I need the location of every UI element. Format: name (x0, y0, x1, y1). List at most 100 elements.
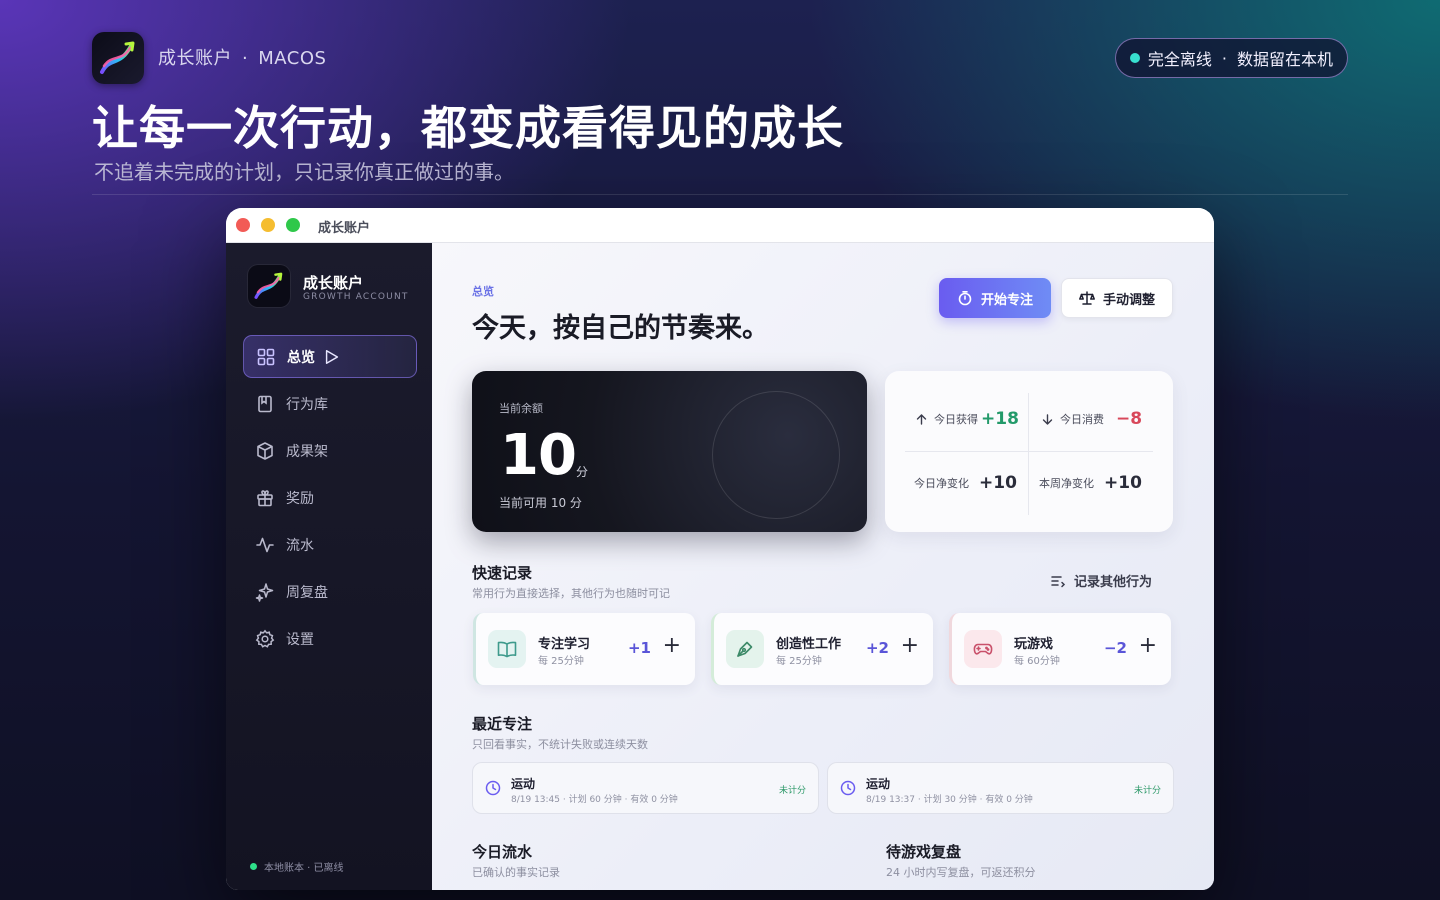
sidebar-item-behaviors[interactable]: 行为库 (243, 382, 417, 425)
focus-item-status: 未计分 (778, 786, 806, 796)
stat-day-net-label: 今日净变化 (914, 477, 969, 490)
main-content: 总览 今天，按自己的节奏来。 开始专注 手动调整 当前余额 10 分 当前可用 … (432, 243, 1214, 890)
sidebar-app-subtitle: GROWTH ACCOUNT (303, 292, 409, 302)
record-other-button[interactable]: 记录其他行为 (1050, 571, 1152, 590)
sidebar-item-ledger[interactable]: 流水 (243, 523, 417, 566)
clock-icon (485, 780, 501, 796)
activity-icon (256, 537, 274, 552)
cursor-icon (325, 349, 339, 364)
divider (1028, 393, 1029, 515)
stat-spent: 今日消费 −8 (1041, 409, 1142, 429)
stat-spent-label: 今日消费 (1060, 413, 1104, 426)
balance-label: 当前余额 (499, 402, 543, 415)
game-review-subtitle: 24 小时内写复盘，可返还积分 (886, 866, 1036, 879)
add-button[interactable]: + (901, 635, 919, 657)
offline-separator: · (1221, 48, 1227, 68)
book-icon (488, 630, 526, 668)
quick-card-subtitle: 每 25分钟 (538, 656, 584, 667)
quick-card-creative[interactable]: 创造性工作 每 25分钟 +2 + (711, 613, 933, 685)
quick-card-subtitle: 每 25分钟 (776, 656, 822, 667)
manual-adjust-button[interactable]: 手动调整 (1061, 278, 1173, 318)
balance-available: 当前可用 10 分 (499, 496, 582, 510)
clock-icon (840, 780, 856, 796)
ledger-status: 本地账本 · 已离线 (250, 859, 344, 874)
divider (92, 194, 1348, 195)
focus-item-title: 运动 (511, 777, 536, 791)
stat-week-net-value: +10 (1104, 473, 1142, 493)
sidebar-item-label: 行为库 (286, 396, 328, 413)
gamepad-icon (964, 630, 1002, 668)
sidebar-item-weekly-review[interactable]: 周复盘 (243, 570, 417, 613)
sidebar-item-label: 成果架 (286, 443, 328, 460)
decorative-ring (712, 391, 840, 519)
arrow-up-icon (916, 413, 927, 425)
sidebar: 成长账户 GROWTH ACCOUNT 总览 行为库 成果架 奖励 流水 周复盘… (226, 243, 432, 890)
focus-session-item[interactable]: 运动 8/19 13:37 · 计划 30 分钟 · 有效 0 分钟 未计分 (827, 762, 1174, 814)
sidebar-item-rewards[interactable]: 奖励 (243, 476, 417, 519)
offline-badge: 完全离线 · 数据留在本机 (1114, 38, 1348, 78)
stat-week-net: 本周净变化 +10 (1039, 473, 1142, 493)
balance-unit: 分 (576, 465, 589, 479)
hero-subtitle: 不追着未完成的计划，只记录你真正做过的事。 (94, 160, 514, 184)
zoom-window-button[interactable] (286, 218, 300, 232)
box-icon (257, 441, 273, 460)
focus-session-item[interactable]: 运动 8/19 13:45 · 计划 60 分钟 · 有效 0 分钟 未计分 (472, 762, 819, 814)
gear-icon (255, 629, 275, 648)
add-button[interactable]: + (663, 635, 681, 657)
quick-card-points: +1 (627, 639, 651, 657)
add-button[interactable]: + (1139, 635, 1157, 657)
list-add-icon (1051, 575, 1066, 587)
focus-item-meta: 8/19 13:45 · 计划 60 分钟 · 有效 0 分钟 (511, 795, 678, 805)
quick-record-title: 快速记录 (472, 564, 533, 582)
arrow-down-icon (1042, 413, 1053, 425)
minimize-window-button[interactable] (261, 218, 275, 232)
brand-separator: · (242, 48, 249, 69)
record-other-label: 记录其他行为 (1074, 575, 1153, 590)
recent-focus-subtitle: 只回看事实，不统计失败或连续天数 (472, 738, 648, 751)
sidebar-nav: 总览 行为库 成果架 奖励 流水 周复盘 设置 (243, 335, 417, 664)
ledger-status-text: 本地账本 · 已离线 (264, 863, 344, 874)
focus-item-status: 未计分 (1133, 786, 1161, 796)
close-window-button[interactable] (236, 218, 250, 232)
start-focus-button[interactable]: 开始专注 (939, 278, 1051, 318)
offline-text: 完全离线 (1147, 50, 1212, 69)
stats-card: 今日获得 +18 今日消费 −8 今日净变化 +10 本周净变化 +10 (885, 371, 1173, 532)
quick-card-title: 创造性工作 (776, 637, 842, 652)
pen-icon (726, 630, 764, 668)
status-dot-icon (250, 863, 257, 870)
sidebar-item-label: 设置 (286, 631, 314, 648)
divider (905, 451, 1153, 452)
app-logo-icon (92, 32, 144, 84)
offline-detail: 数据留在本机 (1236, 50, 1333, 69)
sidebar-logo-icon (248, 265, 290, 307)
sidebar-item-overview[interactable]: 总览 (243, 335, 417, 378)
quick-card-study[interactable]: 专注学习 每 25分钟 +1 + (473, 613, 695, 685)
quick-card-points: +2 (865, 639, 889, 657)
quick-card-title: 玩游戏 (1014, 637, 1054, 652)
focus-item-title: 运动 (866, 777, 891, 791)
page-eyebrow: 总览 (472, 285, 494, 298)
gift-icon (257, 489, 273, 506)
brand-name: 成长账户 (158, 48, 232, 69)
page-title: 今天，按自己的节奏来。 (472, 313, 769, 344)
today-flow-title: 今日流水 (472, 843, 533, 861)
game-review-title: 待游戏复盘 (886, 843, 962, 861)
stat-day-net: 今日净变化 +10 (914, 473, 1017, 493)
recent-focus-title: 最近专注 (472, 715, 533, 733)
quick-card-gaming[interactable]: 玩游戏 每 60分钟 −2 + (949, 613, 1171, 685)
hero-title: 让每一次行动，都变成看得见的成长 (92, 101, 844, 155)
sidebar-app-name: 成长账户 (303, 274, 364, 292)
focus-item-meta: 8/19 13:37 · 计划 30 分钟 · 有效 0 分钟 (866, 795, 1033, 805)
window-title: 成长账户 (318, 221, 371, 236)
balance-card: 当前余额 10 分 当前可用 10 分 (472, 371, 867, 532)
stat-day-net-value: +10 (979, 473, 1017, 493)
bookmark-icon (258, 395, 272, 412)
online-dot-icon (1129, 53, 1140, 63)
quick-card-subtitle: 每 60分钟 (1014, 656, 1060, 667)
balance-value: 10 (500, 423, 577, 488)
stat-spent-value: −8 (1116, 409, 1143, 429)
sidebar-item-settings[interactable]: 设置 (243, 617, 417, 660)
manual-adjust-label: 手动调整 (1102, 292, 1155, 308)
timer-icon (958, 291, 972, 306)
sidebar-item-achievements[interactable]: 成果架 (243, 429, 417, 472)
